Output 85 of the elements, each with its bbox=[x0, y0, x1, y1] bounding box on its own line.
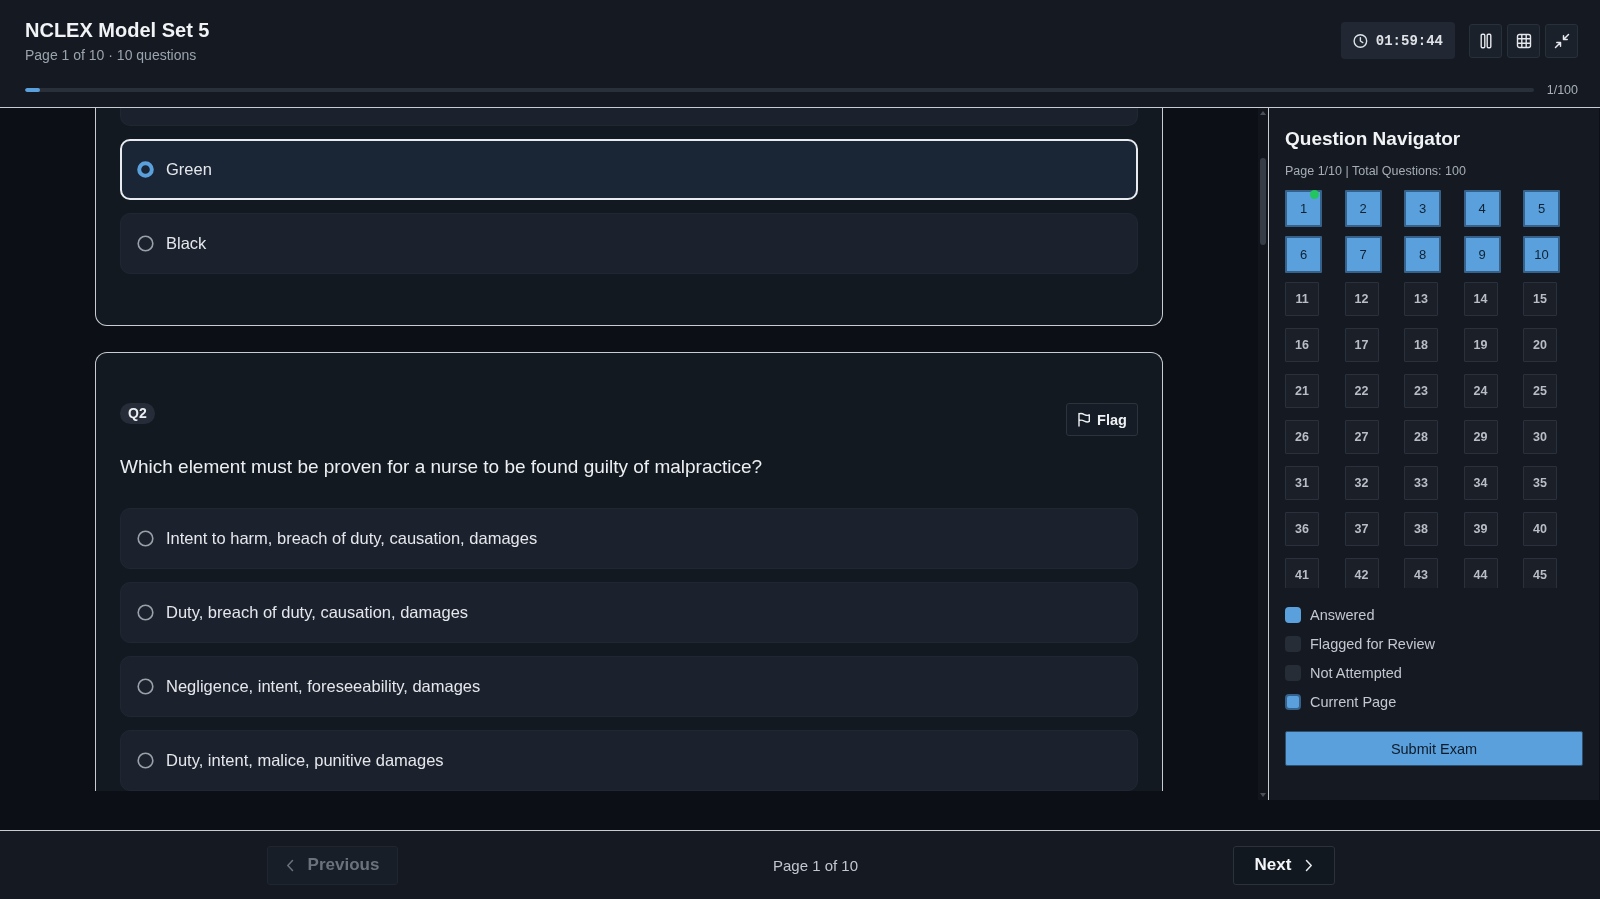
radio-icon bbox=[137, 235, 154, 252]
question-number-button[interactable]: 26 bbox=[1285, 420, 1319, 454]
legend-label: Not Attempted bbox=[1310, 665, 1402, 681]
flag-icon bbox=[1077, 412, 1092, 427]
scrollbar-thumb[interactable] bbox=[1260, 158, 1266, 245]
question-number-button[interactable]: 4 bbox=[1463, 190, 1501, 227]
radio-icon bbox=[137, 678, 154, 695]
question-number-button[interactable]: 32 bbox=[1344, 466, 1379, 500]
answer-option[interactable]: Black bbox=[120, 213, 1138, 274]
grid-icon bbox=[1515, 32, 1532, 49]
question-number-button[interactable]: 21 bbox=[1285, 374, 1319, 408]
radio-icon bbox=[137, 604, 154, 621]
question-number-button[interactable]: 16 bbox=[1285, 328, 1319, 362]
timer-text: 01:59:44 bbox=[1375, 32, 1443, 49]
question-number-button[interactable]: 39 bbox=[1463, 512, 1498, 546]
question-number-button[interactable]: 29 bbox=[1463, 420, 1498, 454]
legend-label: Answered bbox=[1310, 607, 1375, 623]
clock-icon bbox=[1353, 32, 1368, 49]
question-number-button[interactable]: 27 bbox=[1344, 420, 1379, 454]
answer-option[interactable]: Green bbox=[120, 139, 1138, 200]
question-number-button[interactable]: 11 bbox=[1285, 282, 1319, 316]
question-number-button[interactable]: 15 bbox=[1523, 282, 1557, 316]
question-number-button[interactable]: 28 bbox=[1404, 420, 1438, 454]
question-text: Which element must be proven for a nurse to be found guilty of malpractice? bbox=[120, 455, 764, 479]
question-number-button[interactable]: 13 bbox=[1404, 282, 1438, 316]
question-number-button[interactable]: 12 bbox=[1344, 282, 1379, 316]
question-number-button[interactable]: 33 bbox=[1404, 466, 1438, 500]
navigator-title: Question Navigator bbox=[1285, 127, 1462, 151]
collapse-button[interactable] bbox=[1545, 23, 1578, 58]
question-number-button[interactable]: 6 bbox=[1285, 236, 1322, 273]
question-number-button[interactable]: 18 bbox=[1404, 328, 1438, 362]
question-number-button[interactable]: 14 bbox=[1463, 282, 1498, 316]
question-number-button[interactable]: 38 bbox=[1404, 512, 1438, 546]
navigator-summary: Page 1/10 | Total Questions: 100 bbox=[1285, 163, 1467, 180]
question-number-button[interactable]: 5 bbox=[1523, 190, 1560, 227]
question-number-button[interactable]: 10 bbox=[1523, 236, 1560, 273]
question-number-button[interactable]: 40 bbox=[1523, 512, 1557, 546]
triangle-down-icon bbox=[1260, 793, 1266, 797]
collapse-icon bbox=[1553, 32, 1570, 49]
answer-option[interactable]: Intent to harm, breach of duty, causation, damages bbox=[120, 508, 1138, 569]
chevron-right-icon bbox=[1305, 858, 1314, 872]
question-number-button[interactable]: 36 bbox=[1285, 512, 1319, 546]
question-number-button[interactable]: 17 bbox=[1344, 328, 1379, 362]
question-number-button[interactable]: 23 bbox=[1404, 374, 1438, 408]
pause-button[interactable] bbox=[1469, 23, 1502, 58]
question-number-button[interactable]: 37 bbox=[1344, 512, 1379, 546]
legend-label: Flagged for Review bbox=[1310, 636, 1435, 652]
radio-icon bbox=[137, 752, 154, 769]
question-number-button[interactable]: 2 bbox=[1344, 190, 1382, 227]
answer-option[interactable]: Duty, intent, malice, punitive damages bbox=[120, 730, 1138, 791]
exam-title: NCLEX Model Set 5 bbox=[25, 18, 210, 42]
question-number-button[interactable]: 3 bbox=[1404, 190, 1441, 227]
question-number-button[interactable]: 20 bbox=[1523, 328, 1557, 362]
question-number-button[interactable]: 22 bbox=[1344, 374, 1379, 408]
progress-label: 1/100 bbox=[1546, 83, 1578, 97]
answer-option[interactable]: Duty, breach of duty, causation, damages bbox=[120, 582, 1138, 643]
question-number-button[interactable]: 1 bbox=[1285, 190, 1322, 227]
triangle-up-icon bbox=[1260, 111, 1266, 115]
chevron-left-icon bbox=[285, 858, 294, 872]
question-number-button[interactable]: 30 bbox=[1523, 420, 1557, 454]
answer-option[interactable]: Negligence, intent, foreseeability, damages bbox=[120, 656, 1138, 717]
question-number-button[interactable]: 31 bbox=[1285, 466, 1319, 500]
question-number-button[interactable]: 19 bbox=[1463, 328, 1498, 362]
radio-icon bbox=[137, 530, 154, 547]
radio-selected-icon bbox=[137, 161, 154, 178]
question-number-button[interactable]: 7 bbox=[1344, 236, 1382, 273]
question-number-button[interactable]: 34 bbox=[1463, 466, 1498, 500]
question-number-button[interactable]: 41 bbox=[1285, 558, 1319, 588]
question-number-button[interactable]: 8 bbox=[1404, 236, 1441, 273]
question-number-button[interactable]: 42 bbox=[1344, 558, 1379, 588]
flag-button[interactable]: Flag bbox=[1066, 403, 1138, 436]
question-number-button[interactable]: 44 bbox=[1463, 558, 1498, 588]
exam-subtitle: Page 1 of 10 · 10 questions bbox=[25, 46, 198, 65]
legend-label: Current Page bbox=[1310, 694, 1397, 710]
question-number-tag: Q2 bbox=[120, 403, 155, 424]
question-number-button[interactable]: 45 bbox=[1523, 558, 1557, 588]
page-indicator: Page 1 of 10 bbox=[772, 856, 859, 874]
question-number-button[interactable]: 9 bbox=[1463, 236, 1501, 273]
question-number-button[interactable]: 24 bbox=[1463, 374, 1498, 408]
next-button[interactable]: Next bbox=[1233, 845, 1335, 885]
submit-exam-button[interactable]: Submit Exam bbox=[1285, 731, 1583, 766]
question-number-button[interactable]: 43 bbox=[1404, 558, 1438, 588]
grid-view-button[interactable] bbox=[1507, 23, 1540, 58]
question-number-button[interactable]: 35 bbox=[1523, 466, 1557, 500]
question-number-button[interactable]: 25 bbox=[1523, 374, 1557, 408]
